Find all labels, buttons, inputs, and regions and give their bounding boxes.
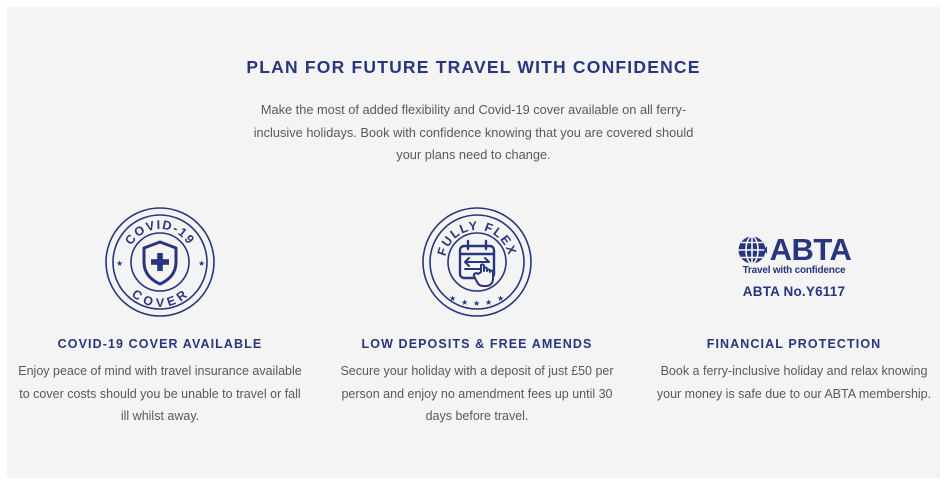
section-heading: PLAN FOR FUTURE TRAVEL WITH CONFIDENCE: [246, 57, 701, 77]
feature-title: FINANCIAL PROTECTION: [706, 337, 882, 351]
svg-text:★: ★: [449, 294, 456, 303]
feature-description: Book a ferry-inclusive holiday and relax…: [656, 364, 932, 401]
abta-badge: ABTA Travel with confidence ABTA No.Y611…: [644, 202, 944, 322]
travel-confidence-section: PLAN FOR FUTURE TRAVEL WITH CONFIDENCE M…: [7, 7, 940, 478]
covid-badge-bottom-text: COVER: [129, 287, 189, 310]
svg-text:★: ★: [116, 259, 123, 268]
fully-flex-badge: FULLY FLEX ★ ★ ★ ★ ★: [327, 202, 627, 322]
feature-description: Enjoy peace of mind with travel insuranc…: [18, 364, 302, 423]
svg-text:★: ★: [485, 298, 492, 307]
svg-text:★: ★: [497, 294, 504, 303]
feature-financial-protection: ABTA Travel with confidence ABTA No.Y611…: [644, 202, 944, 405]
feature-title: LOW DEPOSITS & FREE AMENDS: [361, 337, 593, 351]
abta-globe-icon: [738, 235, 767, 265]
feature-low-deposits: FULLY FLEX ★ ★ ★ ★ ★ LOW DEPOSITS & FREE…: [327, 202, 627, 428]
feature-covid-cover: COVID-19 COVER ★ ★ COVID-19 COVER AVAILA…: [10, 202, 310, 428]
abta-tagline: Travel with confidence: [742, 265, 846, 276]
svg-text:★: ★: [198, 259, 205, 268]
shield-plus-icon: COVID-19 COVER ★ ★: [105, 207, 215, 317]
feature-description: Secure your holiday with a deposit of ju…: [340, 364, 614, 423]
feature-title: COVID-19 COVER AVAILABLE: [57, 337, 263, 351]
abta-membership-number: ABTA No.Y6117: [742, 284, 846, 299]
svg-text:★: ★: [473, 299, 480, 308]
svg-text:★: ★: [461, 298, 468, 307]
covid-cover-badge: COVID-19 COVER ★ ★: [10, 202, 310, 322]
abta-logo: ABTA: [737, 232, 852, 267]
calendar-arrows-hand-icon: FULLY FLEX ★ ★ ★ ★ ★: [422, 207, 532, 317]
svg-text:COVER: COVER: [129, 287, 190, 310]
section-intro: Make the most of added flexibility and C…: [253, 102, 694, 162]
abta-logo-block: ABTA Travel with confidence ABTA No.Y611…: [737, 232, 852, 299]
abta-wordmark: ABTA: [769, 232, 852, 267]
